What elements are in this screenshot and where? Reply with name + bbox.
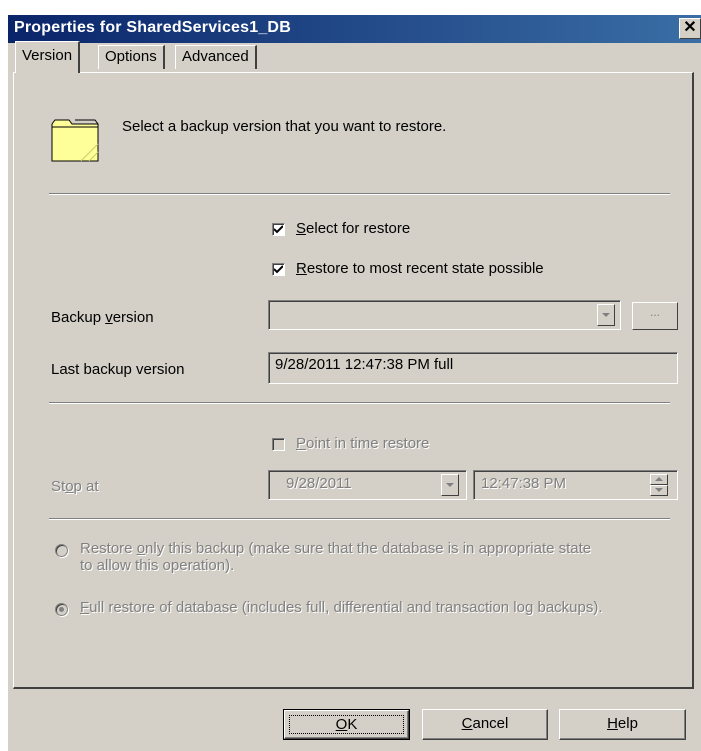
stop-at-date-value: 9/28/2011 xyxy=(286,475,352,492)
chevron-down-icon xyxy=(602,313,610,317)
date-dropdown-button[interactable] xyxy=(441,474,459,496)
help-button[interactable]: Help xyxy=(559,709,686,740)
instruction-text: Select a backup version that you want to… xyxy=(122,118,447,135)
tab-advanced[interactable]: Advanced xyxy=(175,45,257,69)
chevron-down-icon xyxy=(446,483,454,487)
point-in-time-checkbox[interactable] xyxy=(272,438,285,451)
backup-version-dropdown[interactable] xyxy=(268,300,621,330)
tab-options-label: Options xyxy=(105,48,157,65)
point-in-time-label[interactable]: Point in time restore xyxy=(296,435,429,452)
stop-at-time-spinner[interactable]: 12:47:38 PM xyxy=(473,470,678,500)
stop-at-label: Stop at xyxy=(51,478,99,495)
close-icon: ✕ xyxy=(683,19,697,36)
checkmark-icon xyxy=(274,265,283,274)
tab-version[interactable]: Version xyxy=(15,41,81,73)
last-backup-version-field[interactable]: 9/28/2011 12:47:38 PM full xyxy=(268,352,678,384)
tab-version-label: Version xyxy=(22,47,73,64)
spin-down-button[interactable] xyxy=(650,485,668,496)
restore-only-radio[interactable] xyxy=(55,544,68,557)
cancel-button[interactable]: Cancel xyxy=(422,709,548,740)
checkmark-icon xyxy=(274,225,283,234)
stop-at-time-value: 12:47:38 PM xyxy=(481,475,567,492)
title-bar[interactable]: Properties for SharedServices1_DB ✕ xyxy=(8,15,701,43)
focus-rectangle xyxy=(289,715,404,734)
separator-3 xyxy=(49,518,670,520)
ok-button[interactable]: OK xyxy=(283,709,410,740)
backup-version-dropdown-button[interactable] xyxy=(597,304,615,326)
last-backup-version-label: Last backup version xyxy=(51,361,185,378)
arrow-down-icon xyxy=(655,488,663,492)
restore-recent-label[interactable]: Restore to most recent state possible xyxy=(296,260,544,277)
last-backup-version-value: 9/28/2011 12:47:38 PM full xyxy=(275,356,454,373)
close-button[interactable]: ✕ xyxy=(679,18,701,39)
select-for-restore-label[interactable]: Select for restore xyxy=(296,220,410,237)
radio-selected-dot xyxy=(59,607,64,612)
tab-options[interactable]: Options xyxy=(98,45,165,69)
select-for-restore-checkbox[interactable] xyxy=(272,223,285,236)
separator-1 xyxy=(49,193,670,195)
folder-icon xyxy=(51,119,99,162)
backup-version-label: Backup version xyxy=(51,309,154,326)
restore-recent-checkbox[interactable] xyxy=(272,263,285,276)
arrow-up-icon xyxy=(655,477,663,481)
restore-only-label-line2[interactable]: to allow this operation). xyxy=(80,557,234,574)
full-restore-radio[interactable] xyxy=(55,603,68,616)
restore-only-label-line1[interactable]: Restore only this backup (make sure that… xyxy=(80,540,591,557)
tab-advanced-label: Advanced xyxy=(182,48,249,65)
stop-at-date-picker[interactable]: 9/28/2011 xyxy=(268,470,467,500)
separator-2 xyxy=(49,402,670,404)
browse-backup-button[interactable]: ... xyxy=(632,302,678,330)
browse-button-label: ... xyxy=(649,305,660,319)
dialog-title: Properties for SharedServices1_DB xyxy=(14,19,291,36)
spin-up-button[interactable] xyxy=(650,474,668,485)
full-restore-label[interactable]: Full restore of database (includes full,… xyxy=(80,599,603,616)
